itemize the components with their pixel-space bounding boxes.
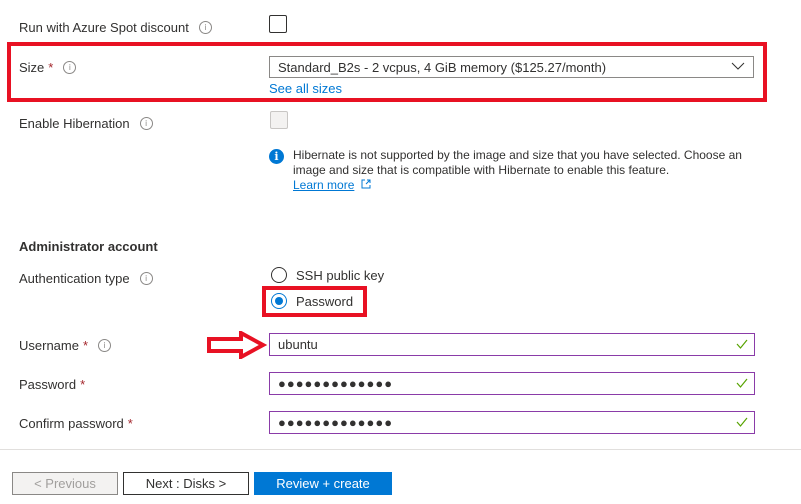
info-icon[interactable]: i xyxy=(63,61,77,74)
confirm-password-label: Confirm password * xyxy=(19,416,133,431)
password-input[interactable]: ●●●●●●●●●●●●● xyxy=(269,372,755,395)
password-value: ●●●●●●●●●●●●● xyxy=(278,376,394,391)
info-icon[interactable]: i xyxy=(98,339,112,352)
hibernation-label-text: Enable Hibernation xyxy=(19,116,130,131)
radio-circle[interactable] xyxy=(271,267,287,283)
auth-password-label: Password xyxy=(296,293,354,309)
info-icon[interactable]: i xyxy=(198,21,212,34)
hibernation-notice-text: Hibernate is not supported by the image … xyxy=(293,148,742,177)
spot-discount-label: Run with Azure Spot discount i xyxy=(19,20,212,35)
previous-button[interactable]: < Previous xyxy=(12,472,118,495)
auth-ssh-label: SSH public key xyxy=(296,267,385,283)
review-create-button[interactable]: Review + create xyxy=(254,472,392,495)
hibernation-checkbox[interactable] xyxy=(270,111,288,129)
footer-divider xyxy=(0,449,801,450)
admin-account-heading: Administrator account xyxy=(19,239,158,254)
size-label: Size * i xyxy=(19,60,77,75)
username-label-text: Username xyxy=(19,338,79,353)
username-input[interactable]: ubuntu xyxy=(269,333,755,356)
auth-type-label: Authentication type i xyxy=(19,271,153,286)
confirm-password-input[interactable]: ●●●●●●●●●●●●● xyxy=(269,411,755,434)
spot-discount-label-text: Run with Azure Spot discount xyxy=(19,20,189,35)
auth-password-radio[interactable]: Password xyxy=(271,293,353,309)
valid-check-icon xyxy=(736,339,748,349)
password-label-text: Password xyxy=(19,377,77,392)
see-all-sizes-link[interactable]: See all sizes xyxy=(269,81,342,96)
username-value: ubuntu xyxy=(278,337,318,352)
info-icon[interactable]: i xyxy=(139,272,153,285)
required-marker: * xyxy=(80,377,86,392)
confirm-password-value: ●●●●●●●●●●●●● xyxy=(278,415,394,430)
hibernation-label: Enable Hibernation i xyxy=(19,116,153,131)
password-label: Password * xyxy=(19,377,85,392)
confirm-password-label-text: Confirm password xyxy=(19,416,124,431)
hibernation-notice: i Hibernate is not supported by the imag… xyxy=(269,148,749,193)
auth-ssh-radio[interactable]: SSH public key xyxy=(271,267,384,283)
spot-discount-checkbox[interactable] xyxy=(269,15,287,33)
username-label: Username * i xyxy=(19,338,112,353)
size-select[interactable]: Standard_B2s - 2 vcpus, 4 GiB memory ($1… xyxy=(269,56,754,78)
auth-type-label-text: Authentication type xyxy=(19,271,130,286)
next-disks-button[interactable]: Next : Disks > xyxy=(123,472,249,495)
required-marker: * xyxy=(48,60,54,75)
learn-more-link[interactable]: Learn more xyxy=(293,178,354,192)
chevron-down-icon xyxy=(731,62,745,70)
required-marker: * xyxy=(82,338,89,353)
size-label-text: Size xyxy=(19,60,45,75)
right-arrow-annotation xyxy=(207,331,267,359)
size-select-value: Standard_B2s - 2 vcpus, 4 GiB memory ($1… xyxy=(278,59,607,75)
learn-more-text: Learn more xyxy=(293,178,355,192)
valid-check-icon xyxy=(736,417,748,427)
info-filled-icon: i xyxy=(269,149,284,164)
required-marker: * xyxy=(127,416,133,431)
radio-circle-selected[interactable] xyxy=(271,293,287,309)
external-link-icon xyxy=(361,179,371,189)
info-icon[interactable]: i xyxy=(139,117,153,130)
valid-check-icon xyxy=(736,378,748,388)
